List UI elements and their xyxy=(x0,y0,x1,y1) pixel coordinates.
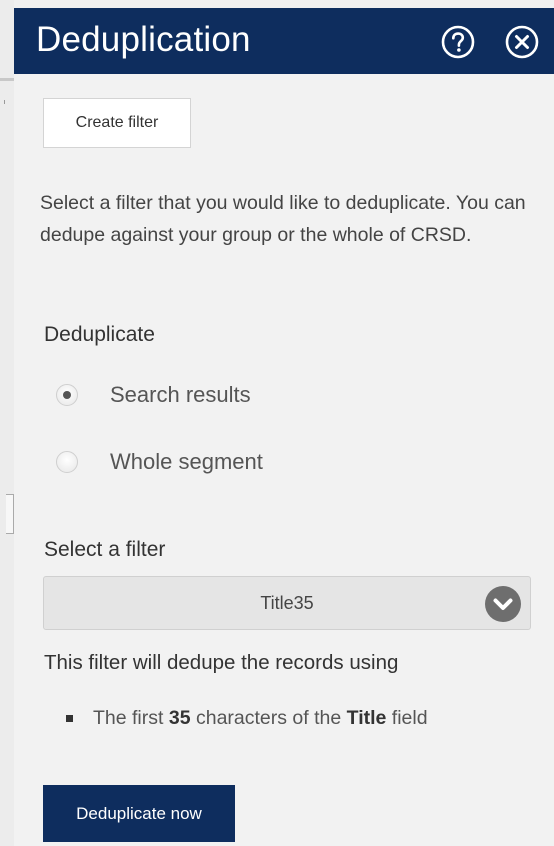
resize-handle[interactable] xyxy=(6,494,14,534)
rule-count: 35 xyxy=(168,707,191,729)
panel-header: Deduplication xyxy=(14,8,554,74)
background-divider xyxy=(0,78,14,81)
deduplication-panel: Deduplication Create filter Select a fil… xyxy=(14,8,554,846)
filter-select-value: Title35 xyxy=(260,592,314,613)
radio-button[interactable] xyxy=(56,384,78,406)
deduplicate-now-button[interactable]: Deduplicate now xyxy=(43,785,235,842)
select-filter-heading: Select a filter xyxy=(44,538,166,561)
rule-middle: characters of the xyxy=(190,707,347,729)
radio-option-search-results[interactable]: Search results xyxy=(56,377,251,413)
dedupe-rule-heading: This filter will dedupe the records usin… xyxy=(44,651,399,674)
radio-label: Search results xyxy=(110,382,251,407)
create-filter-button[interactable]: Create filter xyxy=(43,98,191,148)
radio-label: Whole segment xyxy=(110,449,263,474)
rule-suffix: field xyxy=(386,707,428,729)
filter-select[interactable]: Title35 xyxy=(43,576,531,630)
bullet-icon xyxy=(66,715,73,722)
app-frame: Deduplication Create filter Select a fil… xyxy=(0,0,554,846)
intro-text: Select a filter that you would like to d… xyxy=(40,192,526,246)
chevron-down-icon[interactable] xyxy=(485,586,521,622)
rule-prefix: The first xyxy=(93,707,169,729)
panel-title: Deduplication xyxy=(36,20,251,59)
help-icon[interactable] xyxy=(441,25,475,59)
close-icon[interactable] xyxy=(505,25,539,59)
background-marker xyxy=(4,100,5,104)
dedupe-rule-item: The first 35 characters of the Title fie… xyxy=(66,707,428,730)
radio-option-whole-segment[interactable]: Whole segment xyxy=(56,444,263,480)
deduplicate-heading: Deduplicate xyxy=(44,323,155,346)
radio-button[interactable] xyxy=(56,451,78,473)
rule-field: Title xyxy=(346,707,387,729)
background-app-edge xyxy=(0,0,14,846)
